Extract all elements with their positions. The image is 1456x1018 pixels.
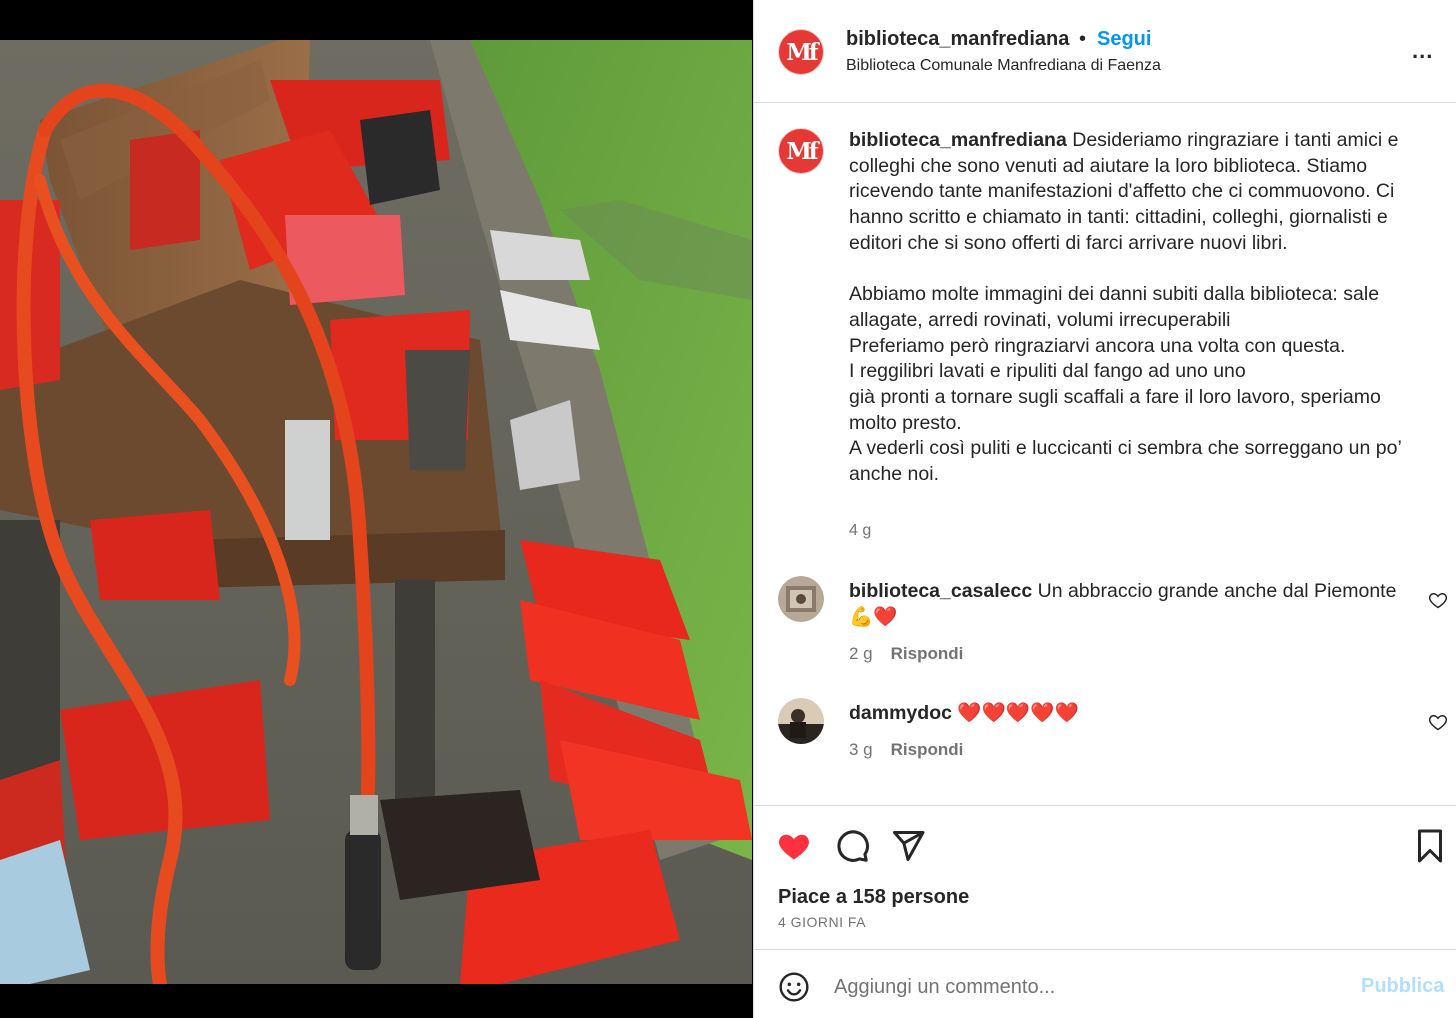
commenter-avatar-image (778, 698, 824, 744)
post-header: Mf biblioteca_manfrediana • Segui Biblio… (754, 0, 1456, 103)
comment-username[interactable]: dammydoc (849, 702, 952, 724)
post-date: 4 GIORNI FA (778, 914, 866, 930)
header-separator: • (1079, 28, 1087, 50)
caption-body: Desideriamo ringraziare i tanti amici e … (849, 129, 1402, 486)
publish-button[interactable]: Pubblica (1361, 975, 1444, 998)
comment-time: 3 g (849, 740, 873, 759)
post-actions: Piace a 158 persone 4 GIORNI FA (754, 805, 1456, 950)
comment-body: ❤️❤️❤️❤️❤️ (951, 702, 1079, 724)
header-username[interactable]: biblioteca_manfrediana (846, 28, 1069, 51)
emoji-icon[interactable] (778, 971, 810, 1003)
reply-button[interactable]: Rispondi (891, 740, 964, 759)
header-subtitle[interactable]: Biblioteca Comunale Manfrediana di Faenz… (846, 57, 1161, 75)
add-comment-bar: Pubblica (754, 951, 1456, 1018)
save-bookmark-icon[interactable] (1412, 828, 1448, 864)
caption-avatar[interactable]: Mf (778, 128, 824, 174)
follow-button[interactable]: Segui (1097, 28, 1151, 51)
caption-text: biblioteca_manfrediana Desideriamo ringr… (849, 128, 1429, 488)
comments-section[interactable]: Mf biblioteca_manfrediana Desideriamo ri… (754, 104, 1456, 804)
bookends-photo-image (0, 40, 752, 984)
comment-like-heart-icon[interactable] (1428, 590, 1448, 610)
like-count[interactable]: Piace a 158 persone (778, 886, 969, 909)
liked-heart-icon[interactable] (776, 828, 812, 864)
comment-text: biblioteca_casalecc Un abbraccio grande … (849, 578, 1409, 630)
post-photo-panel (0, 0, 752, 1018)
post-photo[interactable] (0, 40, 752, 984)
reply-button[interactable]: Rispondi (891, 644, 964, 663)
comment-meta: 2 g Rispondi (849, 644, 963, 664)
commenter-avatar[interactable] (778, 576, 824, 622)
post-sidebar: Mf biblioteca_manfrediana • Segui Biblio… (753, 0, 1456, 1018)
comment-meta: 3 g Rispondi (849, 740, 963, 760)
comment-input[interactable] (834, 969, 1334, 1005)
comment-text: dammydoc ❤️❤️❤️❤️❤️ (849, 700, 1409, 726)
commenter-avatar-image (778, 576, 824, 622)
share-send-icon[interactable] (890, 828, 926, 864)
comment-like-heart-icon[interactable] (1428, 712, 1448, 732)
account-avatar[interactable]: Mf (778, 29, 824, 75)
comment-username[interactable]: biblioteca_casalecc (849, 580, 1032, 602)
caption-username[interactable]: biblioteca_manfrediana (849, 129, 1067, 151)
commenter-avatar[interactable] (778, 698, 824, 744)
caption-timestamp: 4 g (849, 522, 872, 539)
comment-bubble-icon[interactable] (834, 828, 870, 864)
more-options-icon[interactable]: ... (1412, 38, 1433, 64)
comment-time: 2 g (849, 644, 873, 663)
